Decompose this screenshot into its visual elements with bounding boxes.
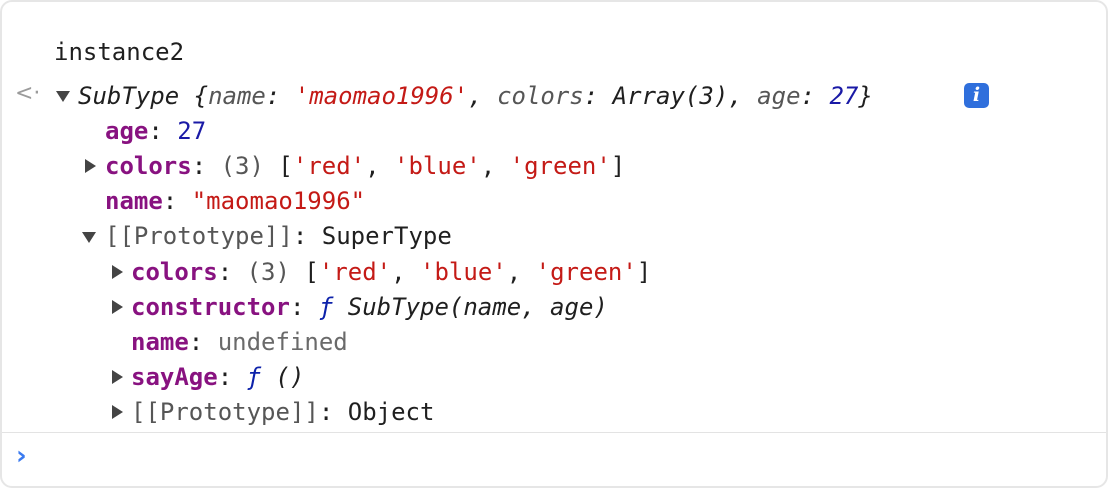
array-count: (3) — [220, 152, 264, 180]
result-arrow-icon: <· — [15, 81, 41, 106]
prop-value: 27 — [177, 117, 207, 145]
console-input-line: instance2 — [54, 35, 184, 69]
prop-key: colors — [131, 258, 218, 286]
array-item: 'red' — [318, 258, 392, 286]
prop-key: sayAge — [131, 363, 218, 391]
array-item: 'green' — [535, 258, 637, 286]
function-signature: () — [275, 363, 305, 391]
prop-colors[interactable]: colors: (3) ['red', 'blue', 'green'] — [105, 149, 625, 183]
array-count: (3) — [246, 258, 290, 286]
expand-triangle-icon[interactable] — [82, 232, 96, 243]
expand-triangle-icon[interactable] — [112, 405, 123, 419]
proto-colors[interactable]: colors: (3) ['red', 'blue', 'green'] — [131, 255, 651, 289]
expand-triangle-icon[interactable] — [85, 159, 96, 173]
info-icon[interactable]: i — [964, 83, 989, 108]
expand-triangle-icon[interactable] — [112, 300, 123, 314]
prop-value: "maomao1996" — [191, 187, 366, 215]
function-signature: SubType(name, age) — [347, 293, 608, 321]
array-item: 'blue' — [394, 152, 481, 180]
expand-triangle-icon[interactable] — [112, 370, 123, 384]
array-item: 'blue' — [420, 258, 507, 286]
prototype-row[interactable]: [[Prototype]]: SuperType — [105, 219, 452, 253]
prototype-label: [[Prototype]] — [131, 398, 319, 426]
function-glyph: ƒ — [318, 293, 334, 321]
summary-type: SubType — [78, 82, 180, 110]
array-item: 'red' — [292, 152, 366, 180]
summary-age-value: 27 — [829, 82, 859, 110]
summary-close-brace: } — [858, 82, 873, 110]
array-item: 'green' — [509, 152, 611, 180]
console-divider — [2, 432, 1106, 433]
prototype-value: SuperType — [321, 222, 452, 250]
summary-age-key: age — [757, 82, 801, 110]
prompt-chevron-icon[interactable]: › — [16, 439, 27, 473]
prototype-value: Object — [347, 398, 435, 426]
expand-triangle-icon[interactable] — [112, 265, 123, 279]
function-glyph: ƒ — [246, 363, 262, 391]
prop-key: constructor — [131, 293, 290, 321]
object-summary[interactable]: SubType {name: 'maomao1996', colors: Arr… — [78, 79, 873, 113]
prop-key: name — [105, 187, 163, 215]
summary-name-key: name — [208, 82, 266, 110]
summary-colors-value: Array(3) — [612, 82, 729, 110]
prop-key: name — [131, 328, 189, 356]
expand-triangle-icon[interactable] — [56, 91, 70, 102]
summary-name-value: 'maomao1996' — [294, 82, 469, 110]
prop-name: name: "maomao1996" — [105, 187, 366, 215]
prop-value: undefined — [217, 328, 348, 356]
input-expression: instance2 — [54, 38, 185, 66]
summary-colors-key: colors — [497, 82, 584, 110]
proto-prototype-row[interactable]: [[Prototype]]: Object — [131, 395, 434, 429]
proto-sayAge[interactable]: sayAge: ƒ () — [131, 360, 304, 394]
console-panel: instance2 <· SubType {name: 'maomao1996'… — [0, 0, 1108, 488]
proto-constructor[interactable]: constructor: ƒ SubType(name, age) — [131, 290, 608, 324]
proto-name: name: undefined — [131, 328, 348, 356]
summary-open-brace: { — [179, 82, 209, 110]
prop-age: age: 27 — [105, 117, 207, 145]
prop-key: colors — [105, 152, 192, 180]
prototype-label: [[Prototype]] — [105, 222, 293, 250]
prop-key: age — [105, 117, 149, 145]
